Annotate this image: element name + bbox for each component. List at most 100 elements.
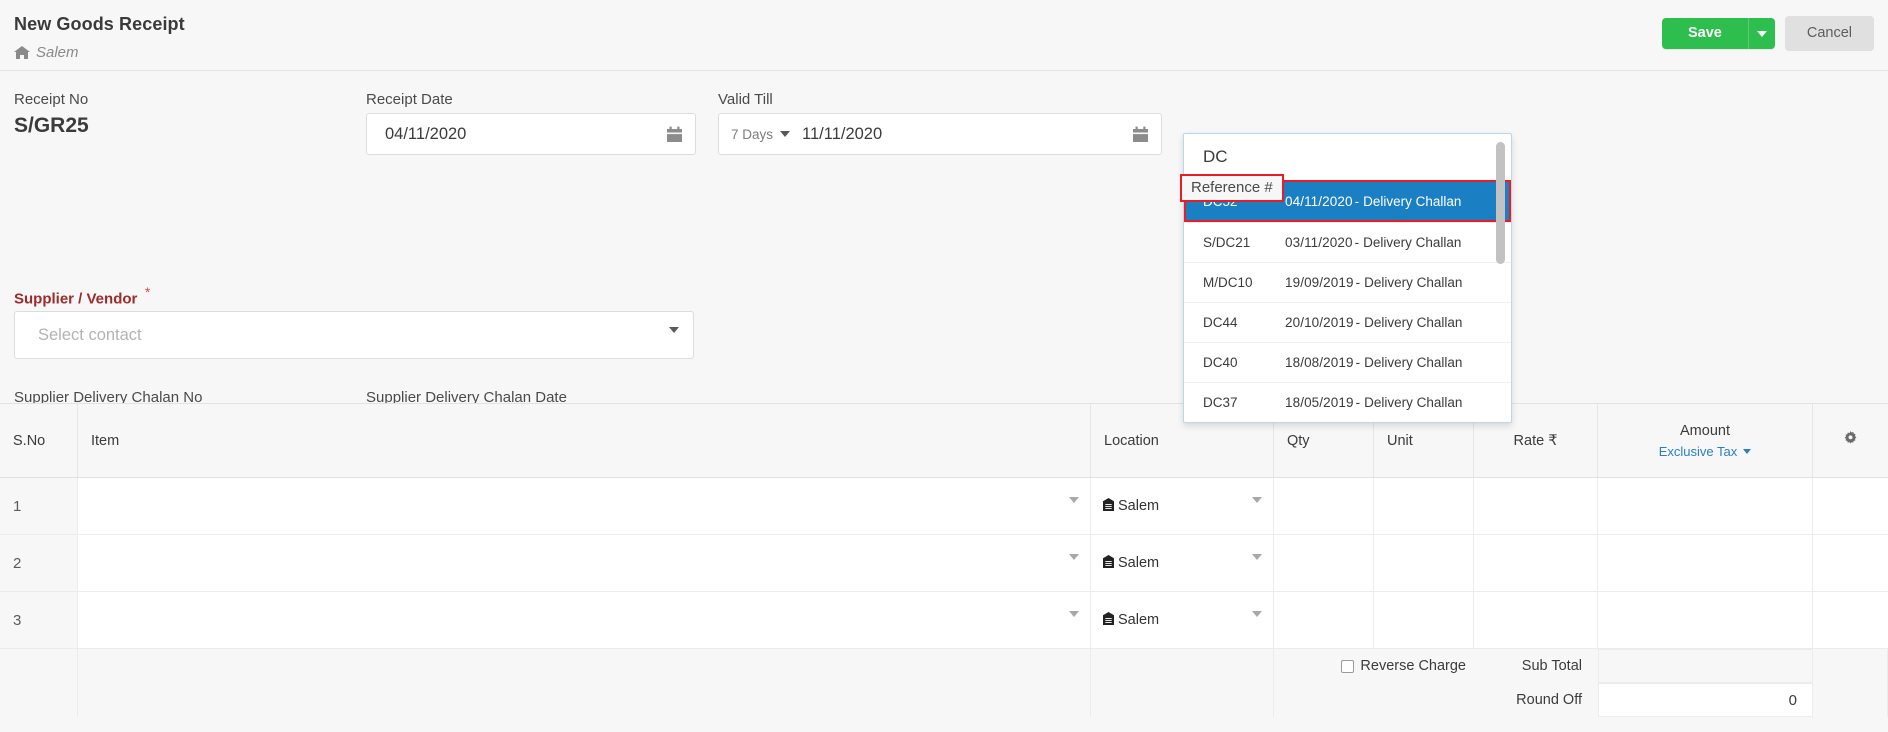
reference-option[interactable]: S/DC21 03/11/2020- Delivery Challan <box>1184 222 1511 262</box>
row-rate-input[interactable] <box>1474 535 1598 591</box>
reference-option-code: DC44 <box>1203 315 1238 330</box>
items-table-header: S.No Item Location Qty Unit Rate ₹ Amoun… <box>0 404 1888 478</box>
supplier-vendor-placeholder: Select contact <box>38 325 142 344</box>
column-header-settings[interactable] <box>1813 404 1888 477</box>
row-amount-value <box>1598 478 1813 534</box>
save-button[interactable]: Save <box>1662 18 1748 50</box>
row-rate-input[interactable] <box>1474 478 1598 534</box>
warehouse-icon <box>1102 611 1115 629</box>
row-item-select[interactable] <box>78 592 1091 648</box>
row-item-select[interactable] <box>78 478 1091 534</box>
column-header-amount-label: Amount <box>1680 422 1730 439</box>
round-off-label: Round Off <box>1516 692 1582 708</box>
chevron-down-icon[interactable] <box>669 327 679 352</box>
sub-total-label: Sub Total <box>1521 658 1582 674</box>
column-header-amount: Amount Exclusive Tax <box>1598 404 1813 477</box>
amount-tax-mode-toggle[interactable]: Exclusive Tax <box>1659 444 1752 459</box>
row-location-select[interactable]: Salem <box>1091 592 1274 648</box>
row-location-select[interactable]: Salem <box>1091 478 1274 534</box>
amount-tax-mode-label: Exclusive Tax <box>1658 443 1738 459</box>
row-location-wrap: Salem <box>1102 497 1160 515</box>
items-table: S.No Item Location Qty Unit Rate ₹ Amoun… <box>0 403 1888 717</box>
reference-option-date: 18/08/2019 <box>1285 355 1354 370</box>
reference-option-type: Delivery Challan <box>1364 355 1463 370</box>
chevron-down-icon[interactable] <box>1069 611 1079 634</box>
header-actions: Save Cancel <box>1661 16 1874 51</box>
receipt-date-value: 04/11/2020 <box>385 124 467 143</box>
row-amount-value <box>1598 592 1813 648</box>
reverse-charge-label: Reverse Charge <box>1360 658 1466 674</box>
reference-option-date: 19/09/2019 <box>1285 275 1354 290</box>
valid-till-value: 11/11/2020 <box>802 124 883 143</box>
row-serial-number: 3 <box>0 592 78 648</box>
receipt-no-value: S/GR25 <box>14 114 89 137</box>
row-location-value: Salem <box>1118 555 1160 571</box>
chevron-down-icon <box>780 131 791 137</box>
save-dropdown-toggle[interactable] <box>1747 17 1775 50</box>
reference-option[interactable]: DC44 20/10/2019- Delivery Challan <box>1184 302 1511 342</box>
calendar-icon[interactable] <box>1132 126 1149 148</box>
reference-option-date: 03/11/2020 <box>1285 235 1353 250</box>
reference-option[interactable]: DC40 18/08/2019- Delivery Challan <box>1184 342 1511 382</box>
row-unit-input[interactable] <box>1374 592 1474 648</box>
reference-option-list[interactable]: DC5204/11/2020-Delivery ChallanS/DC2103/… <box>1184 180 1511 422</box>
round-off-value[interactable]: 0 <box>1598 683 1813 717</box>
row-amount-value <box>1598 535 1813 591</box>
chevron-down-icon[interactable] <box>1069 497 1079 520</box>
row-unit-input[interactable] <box>1374 478 1474 534</box>
reference-option-code: M/DC10 <box>1203 275 1253 290</box>
reference-option-type: Delivery Challan <box>1363 235 1462 250</box>
row-actions-cell <box>1813 535 1888 591</box>
reference-option-separator: - <box>1355 315 1361 330</box>
cancel-button[interactable]: Cancel <box>1784 16 1874 51</box>
caret-down-icon <box>1756 30 1767 37</box>
chevron-down-icon[interactable] <box>1252 611 1262 634</box>
page-header: New Goods Receipt Salem Save Cancel <box>0 0 1888 71</box>
totals-row-subtotal: Reverse Charge Sub Total <box>0 649 1888 683</box>
row-location-value: Salem <box>1118 612 1160 628</box>
supplier-vendor-select[interactable]: Select contact <box>14 311 694 359</box>
warehouse-icon <box>1102 497 1115 515</box>
reference-option-separator: - <box>1354 235 1360 250</box>
receipt-no-label: Receipt No <box>14 91 89 108</box>
row-unit-input[interactable] <box>1374 535 1474 591</box>
row-qty-input[interactable] <box>1274 478 1374 534</box>
row-location-value: Salem <box>1118 498 1160 514</box>
required-asterisk: * <box>144 284 151 300</box>
reference-option[interactable]: M/DC10 19/09/2019- Delivery Challan <box>1184 262 1511 302</box>
column-header-sno: S.No <box>0 404 78 477</box>
row-qty-input[interactable] <box>1274 592 1374 648</box>
dropdown-scrollbar-thumb[interactable] <box>1496 142 1505 264</box>
row-item-select[interactable] <box>78 535 1091 591</box>
reverse-charge-checkbox[interactable] <box>1341 659 1355 673</box>
chevron-down-icon[interactable] <box>1069 554 1079 577</box>
dropdown-scrollbar-track[interactable] <box>1496 137 1508 419</box>
receipt-date-label: Receipt Date <box>366 91 453 108</box>
gear-icon[interactable] <box>1843 431 1858 450</box>
row-rate-input[interactable] <box>1474 592 1598 648</box>
breadcrumb: Salem <box>14 44 79 61</box>
reference-option-date: 20/10/2019 <box>1285 315 1354 330</box>
valid-till-label: Valid Till <box>718 91 773 108</box>
row-qty-input[interactable] <box>1274 535 1374 591</box>
row-serial-number: 1 <box>0 478 78 534</box>
reference-option-type: Delivery Challan <box>1363 193 1462 209</box>
valid-till-days-selector[interactable]: 7 Days <box>731 127 791 142</box>
caret-down-icon <box>1743 448 1752 454</box>
chevron-down-icon[interactable] <box>1252 497 1262 520</box>
reverse-charge-toggle[interactable]: Reverse Charge <box>1274 649 1474 683</box>
warehouse-icon <box>1102 554 1115 572</box>
supplier-vendor-label: Supplier / Vendor <box>14 290 138 308</box>
reference-option-type: Delivery Challan <box>1364 395 1463 410</box>
reference-option-type: Delivery Challan <box>1364 275 1463 290</box>
reference-option[interactable]: DC37 18/05/2019- Delivery Challan <box>1184 382 1511 422</box>
reference-number-label: Reference # <box>1180 174 1284 202</box>
receipt-date-input[interactable]: 04/11/2020 <box>366 113 696 155</box>
receipt-form: Receipt No S/GR25 Receipt Date 04/11/202… <box>0 71 1888 454</box>
column-header-item: Item <box>78 404 1091 477</box>
save-button-group[interactable]: Save <box>1661 17 1775 50</box>
calendar-icon[interactable] <box>666 126 683 148</box>
chevron-down-icon[interactable] <box>1252 554 1262 577</box>
valid-till-input[interactable]: 7 Days 11/11/2020 <box>718 113 1162 155</box>
row-location-select[interactable]: Salem <box>1091 535 1274 591</box>
